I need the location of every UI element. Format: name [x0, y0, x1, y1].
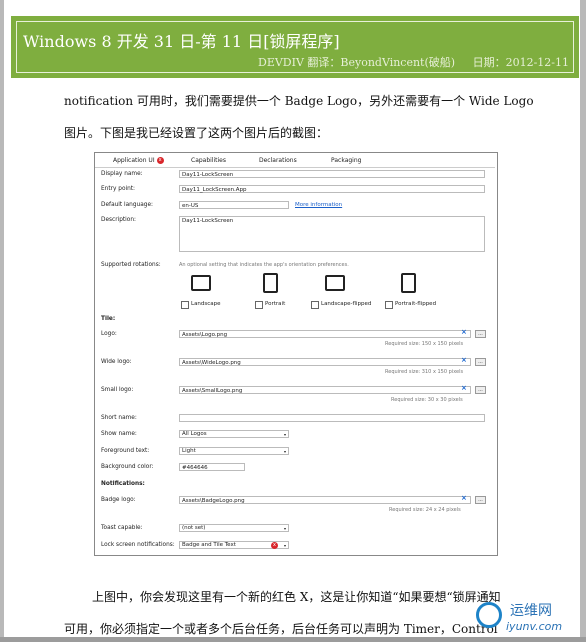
- watermark-url: iyunv.com: [506, 620, 563, 633]
- logo-size-hint: Required size: 150 x 150 pixels: [385, 341, 464, 347]
- wide-logo-field[interactable]: Assets\WideLogo.png: [179, 358, 471, 366]
- portrait-checkbox[interactable]: [255, 301, 263, 309]
- tab-declarations[interactable]: Declarations: [259, 157, 297, 164]
- portrait-flipped-icon: [401, 273, 416, 293]
- page-title: Windows 8 开发 31 日-第 11 日[锁屏程序]: [23, 32, 340, 51]
- small-logo-field[interactable]: Assets\SmallLogo.png: [179, 386, 471, 394]
- browse-button[interactable]: ...: [475, 496, 486, 504]
- watermark-logo-icon: [476, 602, 502, 628]
- taskbar-strip: [0, 637, 586, 642]
- short-name-label: Short name:: [101, 415, 137, 421]
- badge-logo-field[interactable]: Assets\BadgeLogo.png: [179, 496, 471, 504]
- description-label: Description:: [101, 217, 136, 223]
- clear-icon[interactable]: ×: [461, 356, 467, 364]
- browse-button[interactable]: ...: [475, 330, 486, 338]
- paragraph-line: 上图中，你会发现这里有一个新的红色 X，这是让你知道“如果要想“锁屏通知: [92, 590, 501, 604]
- chevron-down-icon: ▾: [283, 543, 286, 548]
- tile-heading: Tile:: [101, 316, 116, 322]
- clear-icon[interactable]: ×: [461, 328, 467, 336]
- clear-icon[interactable]: ×: [461, 384, 467, 392]
- landscape-flipped-label: Landscape-flipped: [321, 301, 372, 307]
- more-information-link[interactable]: More information: [295, 202, 342, 208]
- display-name-label: Display name:: [101, 171, 143, 177]
- description-field[interactable]: Day11-LockScreen: [179, 216, 485, 252]
- paragraph-line: 图片。下图是我已经设置了这两个图片后的截图：: [64, 126, 329, 140]
- portrait-flipped-label: Portrait-flipped: [395, 301, 437, 307]
- short-name-field[interactable]: [179, 414, 485, 422]
- manifest-screenshot: Application UI x Capabilities Declaration…: [94, 152, 498, 556]
- entry-point-field[interactable]: Day11_LockScreen.App: [179, 185, 485, 193]
- foreground-text-select[interactable]: Light ▾: [179, 447, 289, 455]
- portrait-flipped-checkbox[interactable]: [385, 301, 393, 309]
- tab-packaging[interactable]: Packaging: [331, 157, 361, 164]
- portrait-icon: [263, 273, 278, 293]
- paragraph-line: notification 可用时，我们需要提供一个 Badge Logo，另外还…: [64, 94, 534, 108]
- lock-screen-label: Lock screen notifications:: [101, 542, 175, 548]
- tab-capabilities[interactable]: Capabilities: [191, 157, 226, 164]
- landscape-flipped-checkbox[interactable]: [311, 301, 319, 309]
- chevron-down-icon: ▾: [283, 449, 286, 454]
- error-icon: x: [271, 542, 278, 549]
- notifications-heading: Notifications:: [101, 481, 145, 487]
- watermark: 运维网 iyunv.com: [476, 600, 580, 636]
- landscape-icon: [191, 275, 211, 291]
- toast-capable-label: Toast capable:: [101, 525, 143, 531]
- browse-button[interactable]: ...: [475, 358, 486, 366]
- foreground-text-label: Foreground text:: [101, 448, 150, 454]
- manifest-tabs: Application UI x Capabilities Declaration…: [95, 153, 495, 168]
- logo-field[interactable]: Assets\Logo.png: [179, 330, 471, 338]
- small-logo-size-hint: Required size: 30 x 30 pixels: [391, 397, 463, 403]
- publish-date: 日期：2012-12-11: [472, 56, 569, 69]
- wide-logo-size-hint: Required size: 310 x 150 pixels: [385, 369, 464, 375]
- paragraph-line: 可用，你必须指定一个或者多个后台任务，后台任务可以声明为 Timer，Contr…: [64, 622, 498, 636]
- chevron-down-icon: ▾: [283, 526, 286, 531]
- default-language-field[interactable]: en-US: [179, 201, 289, 209]
- badge-logo-label: Badge logo:: [101, 497, 136, 503]
- show-name-label: Show name:: [101, 431, 137, 437]
- portrait-label: Portrait: [265, 301, 286, 307]
- lock-screen-select[interactable]: Badge and Tile Text x ▾: [179, 541, 289, 549]
- banner-meta: DEVDIV 翻译：BeyondVincent(破船) 日期：2012-12-1…: [244, 54, 569, 70]
- tab-application-ui[interactable]: Application UI x: [113, 157, 164, 164]
- default-language-label: Default language:: [101, 202, 153, 208]
- entry-point-label: Entry point:: [101, 186, 136, 192]
- title-banner: Windows 8 开发 31 日-第 11 日[锁屏程序] DEVDIV 翻译…: [11, 16, 579, 78]
- landscape-checkbox[interactable]: [181, 301, 189, 309]
- show-name-select[interactable]: All Logos ▾: [179, 430, 289, 438]
- clear-icon[interactable]: ×: [461, 494, 467, 502]
- browse-button[interactable]: ...: [475, 386, 486, 394]
- supported-rotations-label: Supported rotations:: [101, 262, 161, 268]
- small-logo-label: Small logo:: [101, 387, 134, 393]
- logo-label: Logo:: [101, 331, 117, 337]
- error-icon: x: [156, 157, 164, 164]
- background-color-label: Background color:: [101, 464, 154, 470]
- watermark-name: 运维网: [510, 603, 552, 619]
- chevron-down-icon: ▾: [283, 432, 286, 437]
- landscape-flipped-icon: [325, 275, 345, 291]
- document-page: Windows 8 开发 31 日-第 11 日[锁屏程序] DEVDIV 翻译…: [4, 0, 580, 642]
- translator-credit: DEVDIV 翻译：BeyondVincent(破船): [258, 56, 456, 69]
- display-name-field[interactable]: Day11-LockScreen: [179, 170, 485, 178]
- landscape-label: Landscape: [191, 301, 221, 307]
- toast-capable-select[interactable]: (not set) ▾: [179, 524, 289, 532]
- badge-logo-size-hint: Required size: 24 x 24 pixels: [389, 507, 461, 513]
- wide-logo-label: Wide logo:: [101, 359, 132, 365]
- background-color-field[interactable]: #464646: [179, 463, 245, 471]
- supported-rotations-hint: An optional setting that indicates the a…: [179, 262, 349, 268]
